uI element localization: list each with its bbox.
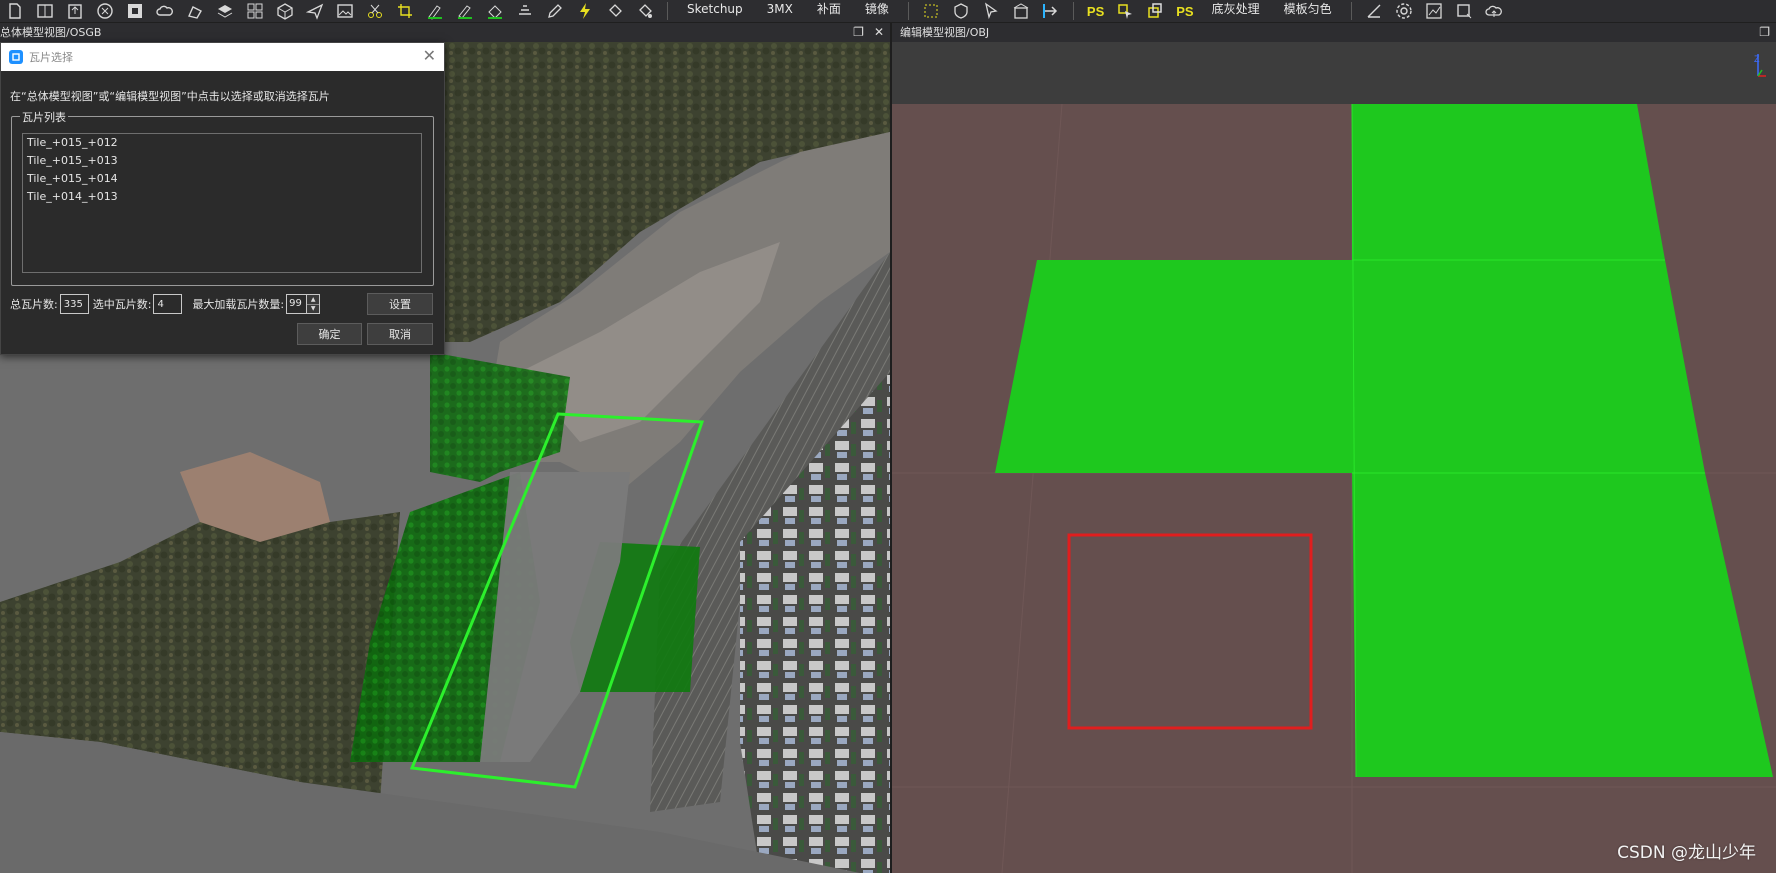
fill-icon[interactable] [484,1,506,21]
tile-quad[interactable] [1352,473,1773,777]
toolbar-group-ps: PS PS 底灰处理 模板匀色 [1081,0,1344,22]
main-toolbar: Sketchup 3MX 补面 镜像 PS PS 底灰处理 模板匀色 [0,0,1776,23]
stats-row: 总瓦片数: 335 选中瓦片数: 4 最大加载瓦片数量: 99 ▲ ▼ [10,292,321,316]
obj-scene [892,42,1776,873]
mirror-button[interactable]: 镜像 [865,1,889,21]
image-icon[interactable] [334,1,356,21]
cloud-upload-icon[interactable] [1483,1,1505,21]
tile-list-item[interactable]: Tile_+015_+014 [23,170,421,188]
app-icon [9,50,23,64]
left-panel-title: 总体模型视图/OSGB [0,26,102,39]
tile-quad[interactable] [1352,260,1705,473]
group-label: 瓦片列表 [20,109,68,125]
toolbar-separator [1072,2,1074,20]
axis-gizmo-icon: Z [1754,54,1766,77]
grid-icon[interactable] [244,1,266,21]
photoshop-button[interactable]: PS [1087,4,1104,19]
cursor-pick-icon[interactable] [1114,1,1136,21]
svg-text:Z: Z [1754,54,1760,64]
edit-icon[interactable] [544,1,566,21]
gear-icon[interactable] [1393,1,1415,21]
selected-tiles-label: 选中瓦片数: [92,298,152,311]
restore-icon[interactable]: ❐ [853,23,864,42]
template-color-button[interactable]: 模板匀色 [1284,1,1332,21]
export-icon[interactable] [64,1,86,21]
toolbar-group-tools: Sketchup 3MX 补面 镜像 [675,0,901,22]
restore-icon[interactable]: ❐ [1759,23,1770,42]
close-icon[interactable]: ✕ [874,23,884,42]
angle-icon[interactable] [1363,1,1385,21]
crop-icon[interactable] [394,1,416,21]
max-load-stepper[interactable]: 99 ▲ ▼ [286,294,321,314]
bucket-icon[interactable] [604,1,626,21]
toolbar-separator [907,2,909,20]
draw-b-icon[interactable] [454,1,476,21]
tile-list-group: 瓦片列表 Tile_+015_+012 Tile_+015_+013 Tile_+0… [11,109,434,286]
base-gray-process-button[interactable]: 底灰处理 [1212,1,1260,21]
tile-quad[interactable] [1352,104,1665,260]
tile-list-item[interactable]: Tile_+015_+012 [23,134,421,152]
new-file-icon[interactable] [4,1,26,21]
right-panel-header: 编辑模型视图/OBJ ❐ [892,23,1776,42]
toolbar-separator [1350,2,1352,20]
toolbar-separator [667,2,668,20]
dialog-instruction: 在“总体模型视图”或“编辑模型视图”中点击以选择或取消选择瓦片 [10,90,330,103]
select-rect-icon[interactable] [920,1,942,21]
max-load-label: 最大加载瓦片数量: [192,298,285,311]
lightning-icon[interactable] [574,1,596,21]
stop-icon[interactable] [124,1,146,21]
photoshop-button-2[interactable]: PS [1176,4,1193,19]
sketchup-button[interactable]: Sketchup [687,1,743,21]
paint-icon[interactable] [184,1,206,21]
shield-icon[interactable] [950,1,972,21]
split-view-icon[interactable] [34,1,56,21]
close-icon[interactable]: ✕ [423,47,436,65]
layers-icon[interactable] [214,1,236,21]
right-panel-title: 编辑模型视图/OBJ [900,26,990,39]
copy-icon[interactable] [1144,1,1166,21]
pointer-icon[interactable] [980,1,1002,21]
bucket2-icon[interactable] [634,1,656,21]
move-arrow-icon[interactable] [1040,1,1062,21]
selected-tiles-field: 4 [153,294,183,314]
dialog-title: 瓦片选择 [29,51,73,64]
close-circle-icon[interactable] [94,1,116,21]
total-tiles-label: 总瓦片数: [10,298,58,311]
chart-icon[interactable] [1423,1,1445,21]
crop2-icon[interactable] [1453,1,1475,21]
settings-button[interactable]: 设置 [367,293,433,315]
watermark: CSDN @龙山少年 [1617,843,1756,863]
obj-viewport[interactable]: Z CSDN @龙山少年 [892,42,1776,873]
3mx-button[interactable]: 3MX [767,1,793,21]
toolbar-group-file [0,0,660,22]
tile-select-dialog: 瓦片选择 ✕ 在“总体模型视图”或“编辑模型视图”中点击以选择或取消选择瓦片 瓦… [0,42,445,355]
tile-list[interactable]: Tile_+015_+012 Tile_+015_+013 Tile_+015_+0… [22,133,422,273]
dialog-titlebar[interactable]: 瓦片选择 ✕ [1,43,444,71]
tile-quad[interactable] [995,260,1352,473]
total-tiles-field: 335 [59,294,89,314]
tile-list-item[interactable]: Tile_+015_+013 [23,152,421,170]
draw-a-icon[interactable] [424,1,446,21]
max-load-input[interactable]: 99 [286,294,308,314]
building-icon[interactable] [1010,1,1032,21]
tile-list-item[interactable]: Tile_+014_+013 [23,188,421,206]
cloud-icon[interactable] [154,1,176,21]
patch-face-button[interactable]: 补面 [817,1,841,21]
plane-icon[interactable] [304,1,326,21]
toolbar-group-select [916,0,1066,22]
cube-icon[interactable] [274,1,296,21]
left-panel-header: 总体模型视图/OSGB ❐ ✕ [0,23,890,42]
cancel-button[interactable]: 取消 [367,323,433,345]
stepper-up-icon[interactable]: ▲ [307,295,320,304]
cut-icon[interactable] [364,1,386,21]
flatten-icon[interactable] [514,1,536,21]
ok-button[interactable]: 确定 [297,323,362,345]
stepper-down-icon[interactable]: ▼ [307,303,320,313]
toolbar-group-settings [1359,0,1509,22]
